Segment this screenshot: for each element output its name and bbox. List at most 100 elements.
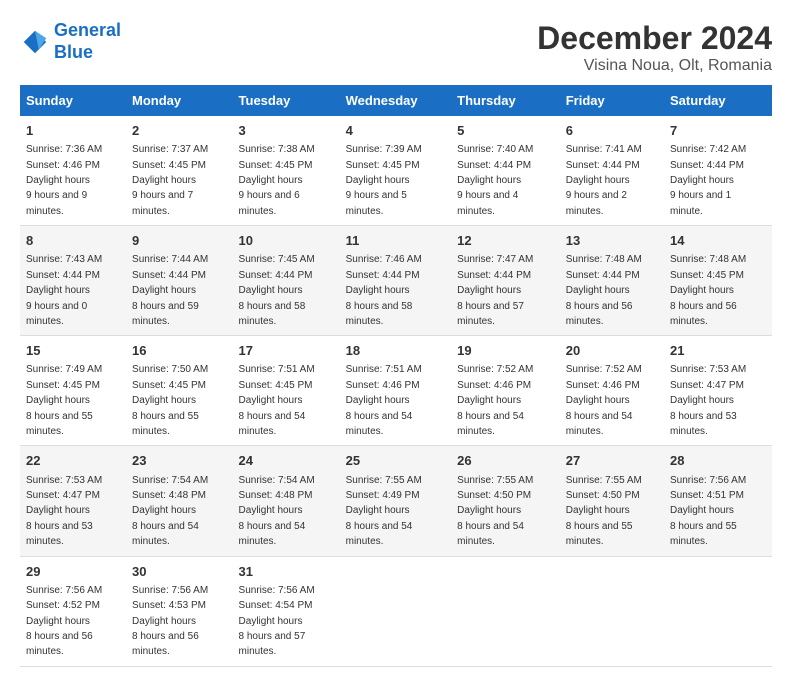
day-info: Sunrise: 7:44 AMSunset: 4:44 PMDaylight … — [132, 254, 208, 327]
title-block: December 2024 Visina Noua, Olt, Romania — [537, 20, 772, 75]
day-number: 13 — [566, 232, 658, 250]
day-number: 20 — [566, 342, 658, 360]
calendar-cell: 9Sunrise: 7:44 AMSunset: 4:44 PMDaylight… — [126, 226, 233, 336]
day-number: 27 — [566, 452, 658, 470]
calendar-cell: 11 Sunrise: 7:46 AMSunset: 4:44 PMDayligh… — [340, 226, 452, 336]
day-number: 25 — [346, 452, 446, 470]
day-info: Sunrise: 7:53 AMSunset: 4:47 PMDaylight … — [26, 475, 102, 548]
day-info: Sunrise: 7:55 AMSunset: 4:50 PMDaylight … — [457, 475, 533, 548]
day-info: Sunrise: 7:55 AMSunset: 4:49 PMDaylight … — [346, 475, 422, 548]
calendar-week-row: 22 Sunrise: 7:53 AMSunset: 4:47 PMDayligh… — [20, 446, 772, 556]
calendar-week-row: 8Sunrise: 7:43 AMSunset: 4:44 PMDaylight… — [20, 226, 772, 336]
column-header-tuesday: Tuesday — [233, 85, 340, 116]
calendar-cell: 3 Sunrise: 7:38 AMSunset: 4:45 PMDaylight… — [233, 116, 340, 226]
logo: General Blue — [20, 20, 121, 63]
day-number: 1 — [26, 122, 120, 140]
day-info: Sunrise: 7:48 AMSunset: 4:45 PMDaylight … — [670, 254, 746, 327]
day-info: Sunrise: 7:52 AMSunset: 4:46 PMDaylight … — [566, 364, 642, 437]
day-info: Sunrise: 7:55 AMSunset: 4:50 PMDaylight … — [566, 475, 642, 548]
day-info: Sunrise: 7:56 AMSunset: 4:53 PMDaylight … — [132, 585, 208, 658]
calendar-cell: 6 Sunrise: 7:41 AMSunset: 4:44 PMDaylight… — [560, 116, 664, 226]
page-title: December 2024 — [537, 20, 772, 57]
day-number: 5 — [457, 122, 554, 140]
calendar-cell: 12 Sunrise: 7:47 AMSunset: 4:44 PMDayligh… — [451, 226, 560, 336]
calendar-cell: 4 Sunrise: 7:39 AMSunset: 4:45 PMDaylight… — [340, 116, 452, 226]
calendar-cell: 10 Sunrise: 7:45 AMSunset: 4:44 PMDayligh… — [233, 226, 340, 336]
day-info: Sunrise: 7:42 AMSunset: 4:44 PMDaylight … — [670, 144, 746, 217]
day-info: Sunrise: 7:41 AMSunset: 4:44 PMDaylight … — [566, 144, 642, 217]
calendar-cell: 31Sunrise: 7:56 AMSunset: 4:54 PMDayligh… — [233, 556, 340, 666]
day-number: 18 — [346, 342, 446, 360]
calendar-cell: 2 Sunrise: 7:37 AMSunset: 4:45 PMDaylight… — [126, 116, 233, 226]
day-number: 7 — [670, 122, 766, 140]
logo-blue: Blue — [54, 42, 93, 62]
logo-icon — [20, 27, 50, 57]
calendar-cell: 27 Sunrise: 7:55 AMSunset: 4:50 PMDayligh… — [560, 446, 664, 556]
calendar-cell: 18 Sunrise: 7:51 AMSunset: 4:46 PMDayligh… — [340, 336, 452, 446]
calendar-cell: 19 Sunrise: 7:52 AMSunset: 4:46 PMDayligh… — [451, 336, 560, 446]
calendar-week-row: 15 Sunrise: 7:49 AMSunset: 4:45 PMDayligh… — [20, 336, 772, 446]
day-info: Sunrise: 7:38 AMSunset: 4:45 PMDaylight … — [239, 144, 315, 217]
calendar-week-row: 29Sunrise: 7:56 AMSunset: 4:52 PMDayligh… — [20, 556, 772, 666]
calendar-cell: 28 Sunrise: 7:56 AMSunset: 4:51 PMDayligh… — [664, 446, 772, 556]
day-number: 21 — [670, 342, 766, 360]
day-number: 24 — [239, 452, 334, 470]
calendar-cell: 21 Sunrise: 7:53 AMSunset: 4:47 PMDayligh… — [664, 336, 772, 446]
day-info: Sunrise: 7:39 AMSunset: 4:45 PMDaylight … — [346, 144, 422, 217]
day-info: Sunrise: 7:56 AMSunset: 4:51 PMDaylight … — [670, 475, 746, 548]
day-number: 2 — [132, 122, 227, 140]
logo-general: General — [54, 20, 121, 40]
calendar-cell: 5 Sunrise: 7:40 AMSunset: 4:44 PMDaylight… — [451, 116, 560, 226]
calendar-week-row: 1Sunrise: 7:36 AMSunset: 4:46 PMDaylight… — [20, 116, 772, 226]
column-header-friday: Friday — [560, 85, 664, 116]
calendar-cell: 13 Sunrise: 7:48 AMSunset: 4:44 PMDayligh… — [560, 226, 664, 336]
calendar-cell: 1Sunrise: 7:36 AMSunset: 4:46 PMDaylight… — [20, 116, 126, 226]
day-number: 3 — [239, 122, 334, 140]
calendar-cell: 23Sunrise: 7:54 AMSunset: 4:48 PMDayligh… — [126, 446, 233, 556]
day-info: Sunrise: 7:37 AMSunset: 4:45 PMDaylight … — [132, 144, 208, 217]
day-info: Sunrise: 7:54 AMSunset: 4:48 PMDaylight … — [239, 475, 315, 548]
day-number: 14 — [670, 232, 766, 250]
day-number: 15 — [26, 342, 120, 360]
day-info: Sunrise: 7:56 AMSunset: 4:54 PMDaylight … — [239, 585, 315, 658]
day-number: 28 — [670, 452, 766, 470]
day-info: Sunrise: 7:48 AMSunset: 4:44 PMDaylight … — [566, 254, 642, 327]
calendar-cell: 8Sunrise: 7:43 AMSunset: 4:44 PMDaylight… — [20, 226, 126, 336]
day-info: Sunrise: 7:46 AMSunset: 4:44 PMDaylight … — [346, 254, 422, 327]
day-number: 11 — [346, 232, 446, 250]
calendar-cell: 17Sunrise: 7:51 AMSunset: 4:45 PMDayligh… — [233, 336, 340, 446]
day-info: Sunrise: 7:51 AMSunset: 4:46 PMDaylight … — [346, 364, 422, 437]
day-number: 10 — [239, 232, 334, 250]
calendar-cell: 30Sunrise: 7:56 AMSunset: 4:53 PMDayligh… — [126, 556, 233, 666]
day-number: 6 — [566, 122, 658, 140]
day-info: Sunrise: 7:45 AMSunset: 4:44 PMDaylight … — [239, 254, 315, 327]
day-number: 22 — [26, 452, 120, 470]
column-header-wednesday: Wednesday — [340, 85, 452, 116]
day-info: Sunrise: 7:49 AMSunset: 4:45 PMDaylight … — [26, 364, 102, 437]
calendar-header-row: SundayMondayTuesdayWednesdayThursdayFrid… — [20, 85, 772, 116]
day-info: Sunrise: 7:52 AMSunset: 4:46 PMDaylight … — [457, 364, 533, 437]
day-number: 19 — [457, 342, 554, 360]
calendar-cell: 16Sunrise: 7:50 AMSunset: 4:45 PMDayligh… — [126, 336, 233, 446]
calendar-cell: 26Sunrise: 7:55 AMSunset: 4:50 PMDayligh… — [451, 446, 560, 556]
column-header-thursday: Thursday — [451, 85, 560, 116]
calendar-cell: 14 Sunrise: 7:48 AMSunset: 4:45 PMDayligh… — [664, 226, 772, 336]
day-info: Sunrise: 7:47 AMSunset: 4:44 PMDaylight … — [457, 254, 533, 327]
day-number: 12 — [457, 232, 554, 250]
calendar-cell: 22 Sunrise: 7:53 AMSunset: 4:47 PMDayligh… — [20, 446, 126, 556]
calendar-cell: 29Sunrise: 7:56 AMSunset: 4:52 PMDayligh… — [20, 556, 126, 666]
day-info: Sunrise: 7:50 AMSunset: 4:45 PMDaylight … — [132, 364, 208, 437]
day-info: Sunrise: 7:51 AMSunset: 4:45 PMDaylight … — [239, 364, 315, 437]
day-number: 4 — [346, 122, 446, 140]
page-header: General Blue December 2024 Visina Noua, … — [20, 20, 772, 75]
calendar-cell — [451, 556, 560, 666]
calendar-cell: 25 Sunrise: 7:55 AMSunset: 4:49 PMDayligh… — [340, 446, 452, 556]
day-info: Sunrise: 7:40 AMSunset: 4:44 PMDaylight … — [457, 144, 533, 217]
day-info: Sunrise: 7:53 AMSunset: 4:47 PMDaylight … — [670, 364, 746, 437]
day-number: 23 — [132, 452, 227, 470]
calendar-cell: 7 Sunrise: 7:42 AMSunset: 4:44 PMDaylight… — [664, 116, 772, 226]
logo-text: General Blue — [54, 20, 121, 63]
calendar-cell: 24 Sunrise: 7:54 AMSunset: 4:48 PMDayligh… — [233, 446, 340, 556]
day-info: Sunrise: 7:43 AMSunset: 4:44 PMDaylight … — [26, 254, 102, 327]
page-subtitle: Visina Noua, Olt, Romania — [537, 57, 772, 75]
